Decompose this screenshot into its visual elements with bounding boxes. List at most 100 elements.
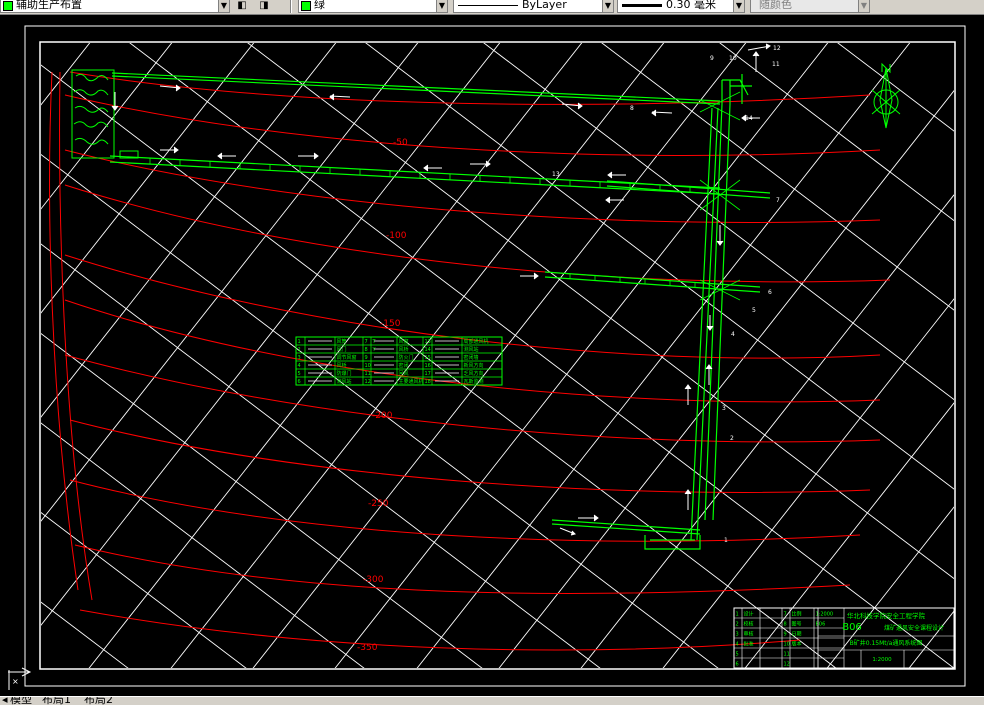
plotstyle-combo[interactable]: 随颜色 ▼ [750,0,870,13]
legend-cell: 13 [425,339,431,345]
airflow-arrow [605,196,624,204]
point-number: 14 [745,115,753,122]
legend-cell: 18 [425,379,431,385]
title-block-code: B06 [842,622,862,633]
haulage-roadway [109,155,721,195]
drawing-canvas[interactable]: -50 -100 -150 -200 -250 -300 -350 1 2 3 … [0,14,984,696]
contour-label: -150 [380,319,401,329]
drawing-outer-frame [24,25,966,687]
sump-roadway [644,535,701,550]
title-block-cell: 11 [784,652,790,658]
point-number: 11 [772,61,780,68]
title-block-school: 华北科技学院安全工程学院 [847,611,926,620]
contour-line [69,479,861,542]
point-number: 2 [730,435,734,442]
title-block-cell: 比例 [792,611,802,618]
toolbar-separator [290,0,292,13]
title-block-cell: 校核 [744,621,754,628]
legend-cell: 密闭 [399,362,409,369]
chevron-down-icon[interactable]: ▼ [602,0,613,12]
legend-cell: 3 [298,355,301,361]
point-number: 3 [722,405,726,412]
color-combo-value: 绿 [314,0,325,11]
roadway-stations [149,91,741,301]
contour-line [79,609,801,651]
title-block-cell: 设计 [744,611,754,618]
title-block-cell: 8 [784,622,787,628]
drawing-inner-frame [39,41,956,670]
contour-label: -250 [368,499,389,509]
contour-line [74,544,851,595]
shaft-head-frame [722,74,752,104]
airflow-arrow [684,384,692,405]
legend-cell: 测风站 [337,378,352,385]
title-block-project: 煤矿通风安全课程设计 [884,624,944,632]
legend-cell: 4 [298,363,301,369]
grid-line [719,43,954,222]
title-block-cell: 7 [784,612,787,618]
linetype-combo[interactable]: ByLayer ▼ [453,0,614,13]
grid-line [41,512,247,668]
title-block-cell: 12 [784,662,790,668]
airflow-arrow [470,160,491,168]
contour-line [69,419,871,493]
color-swatch-icon [301,1,311,11]
legend-cell: 9 [365,355,368,361]
legend-cell: Y [372,347,377,353]
contour-label: -50 [393,138,408,148]
title-block-cell: 10 [784,642,790,648]
contour-line [64,184,891,283]
layer-state-icon[interactable]: ◧ [234,0,250,12]
title-block-cell: 3 [736,632,739,638]
contour-label: -100 [386,231,407,241]
point-number: 5 [752,307,756,314]
legend-cell: 调节风窗 [337,354,357,361]
layer-previous-icon[interactable]: ◨ [256,0,272,12]
lower-level-roadway [551,519,701,535]
grid-line [365,43,954,490]
title-block-cell: 2 [736,622,739,628]
point-number: 8 [630,105,634,112]
legend-cell: 12 [365,379,371,385]
point-number: 12 [773,45,781,52]
chevron-down-icon[interactable]: ▼ [218,0,229,12]
airflow-arrow [684,489,692,510]
point-numbers: 1 2 3 4 5 6 7 8 9 10 11 12 13 14 [552,45,781,544]
ucs-icon: × [8,667,32,690]
airflow-arrow [298,152,319,160]
legend-cell: 瓦斯监测 [464,378,484,385]
title-block-cell: 批准 [744,641,754,648]
title-block-cell: 4 [736,642,739,648]
svg-text:×: × [12,677,19,686]
title-block: 1 设计 7 比例 1:2000 2 校核 8 图号 B06 3 审核 9 日期 4 批准 10 版本 5 11 6 12… [733,607,955,669]
legend-cell: 11 [365,371,371,377]
grid-line [580,194,954,668]
color-combo[interactable]: 绿 ▼ [298,0,448,13]
linetype-preview [458,4,518,6]
grid-line [826,506,954,668]
chevron-down-icon[interactable]: ▼ [436,0,447,12]
layer-combo[interactable]: 辅助生产布置 ▼ [0,0,230,13]
grid-line [41,64,837,668]
coordinate-grid [41,40,984,696]
point-number: 4 [731,331,735,338]
grid-line [483,43,954,401]
legend-cell: 乏风方向 [464,370,484,377]
legend-cell: 测风站 [464,346,479,353]
airflow-arrow [217,152,236,160]
title-block-cell: 5 [736,652,739,658]
legend-cell: 新风方向 [464,362,484,369]
airflow-arrow [520,272,539,280]
title-block-cell: 日期 [792,632,802,638]
chevron-down-icon[interactable]: ▼ [858,0,869,12]
chevron-down-icon[interactable]: ▼ [733,0,744,12]
legend-cell: 10 [365,363,371,369]
legend-cell: 6 [298,379,301,385]
airflow-arrow [160,146,179,154]
title-block-cell: 图号 [792,622,802,628]
grid-line [952,40,984,696]
lineweight-combo[interactable]: 0.30 毫米 ▼ [617,0,745,13]
linetype-combo-value: ByLayer [522,0,567,11]
legend-cell: 8 [365,347,368,353]
contour-line [49,71,79,591]
